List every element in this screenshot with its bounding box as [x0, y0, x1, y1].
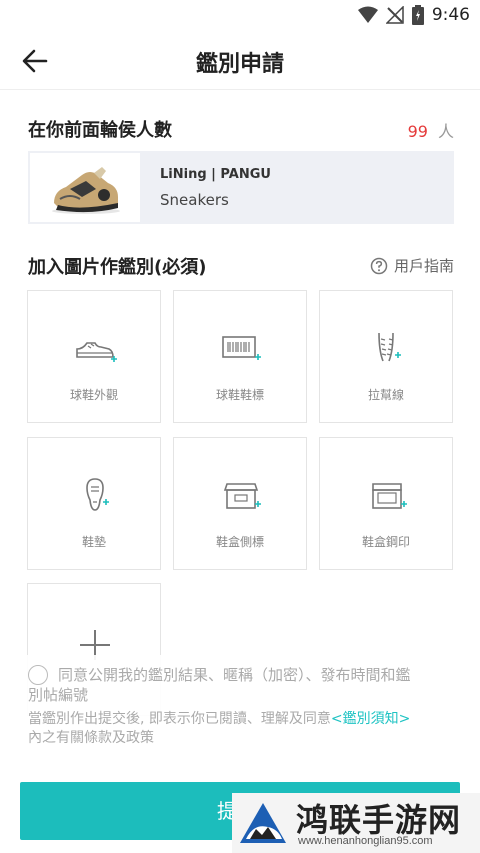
- terms-link[interactable]: <鑑別須知>: [331, 711, 410, 727]
- submission-notice: 當鑑別作出提交後, 即表示你已閱讀、理解及同意<鑑別須知> 內之有關條款及政策: [28, 710, 458, 748]
- photos-section-label: 加入圖片作鑑別(必須): [28, 257, 207, 278]
- photo-slot-label: 球鞋鞋標: [215, 388, 264, 402]
- insole-icon: [86, 478, 109, 511]
- photo-slot-label: 鞋盒側標: [215, 535, 264, 549]
- watermark-url: www.henanhonglian95.com: [298, 835, 433, 847]
- photo-slot-shoebox-stamp[interactable]: 鞋盒鋼印: [319, 437, 453, 570]
- product-brand: LiNing | PANGU: [160, 167, 271, 182]
- product-type: Sneakers: [160, 191, 229, 209]
- photo-slot-label: 鞋墊: [81, 535, 106, 549]
- barcode-icon: [222, 336, 261, 360]
- agreement-row[interactable]: 同意公開我的鑑別結果、暱稱（加密）、發布時間和鑑 別帖編號: [28, 665, 454, 705]
- page-title: 鑑別申請: [195, 52, 284, 77]
- status-time: 9:46: [431, 5, 470, 25]
- signal-off-icon: [385, 6, 404, 24]
- wifi-icon: [357, 6, 378, 23]
- photo-slot-shoebox-side[interactable]: 鞋盒側標: [173, 437, 307, 570]
- photo-slot-label: 球鞋外觀: [69, 388, 118, 402]
- agreement-radio[interactable]: [28, 665, 48, 685]
- agreement-text-line1: 同意公開我的鑑別結果、暱稱（加密）、發布時間和鑑: [58, 666, 411, 684]
- status-bar: 9:46: [0, 0, 480, 32]
- notice-text-end: 內之有關條款及政策: [28, 730, 154, 746]
- sneaker-photo: [52, 167, 120, 214]
- queue-number: 99: [407, 122, 428, 141]
- product-card[interactable]: LiNing | PANGU Sneakers: [28, 151, 454, 224]
- shoebox-stamp-icon: [372, 483, 407, 509]
- agreement-panel: 同意公開我的鑑別結果、暱稱（加密）、發布時間和鑑 別帖編號 當鑑別作出提交後, …: [0, 655, 480, 780]
- queue-unit: 人: [437, 122, 454, 141]
- help-icon: [370, 257, 388, 274]
- product-image: [30, 153, 140, 222]
- battery-icon: [411, 5, 424, 25]
- queue-count: 99 人: [408, 118, 454, 142]
- user-guide-link[interactable]: 用戶指南: [370, 255, 454, 276]
- photos-section-header: 加入圖片作鑑別(必須) 用戶指南: [28, 253, 454, 279]
- agreement-text: 同意公開我的鑑別結果、暱稱（加密）、發布時間和鑑 別帖編號: [28, 665, 454, 705]
- app-header: 鑑別申請: [0, 32, 480, 90]
- sneaker-icon: [76, 342, 117, 362]
- shoebox-side-icon: [223, 483, 261, 509]
- queue-label: 在你前面輪侯人數: [28, 120, 172, 141]
- photo-slot-label: 拉幫線: [367, 388, 404, 402]
- photo-slot-sneaker-appearance[interactable]: 球鞋外觀: [27, 290, 161, 423]
- photo-slot-stitch-line[interactable]: 拉幫線: [319, 290, 453, 423]
- agreement-text-line2: 別帖編號: [28, 686, 89, 704]
- photo-slot-insole[interactable]: 鞋墊: [27, 437, 161, 570]
- watermark-logo-icon: [240, 803, 286, 843]
- notice-text: 當鑑別作出提交後, 即表示你已閱讀、理解及同意: [28, 711, 331, 727]
- user-guide-label: 用戶指南: [393, 257, 454, 275]
- photo-slot-label: 鞋盒鋼印: [361, 535, 410, 549]
- queue-row: 在你前面輪侯人數 99 人: [28, 116, 454, 142]
- site-watermark: 鸿联手游网 www.henanhonglian95.com: [232, 793, 480, 853]
- status-icons: 9:46: [357, 5, 470, 25]
- photo-slot-sneaker-tag[interactable]: 球鞋鞋標: [173, 290, 307, 423]
- stitch-line-icon: [378, 332, 401, 362]
